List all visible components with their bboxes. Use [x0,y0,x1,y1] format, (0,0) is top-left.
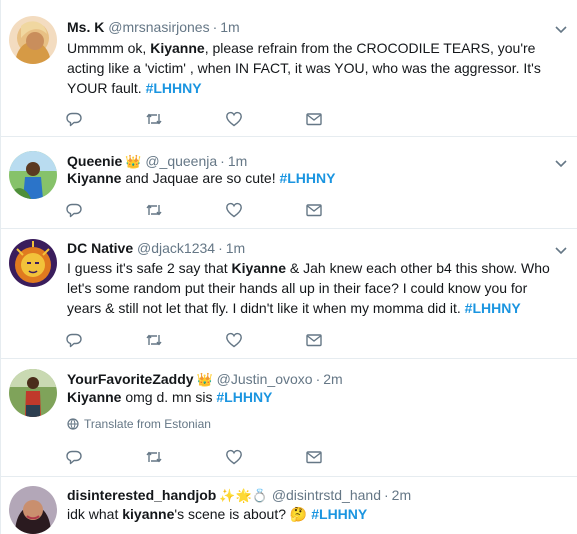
like-button[interactable] [225,330,305,350]
separator: · [383,487,389,503]
tweet-text: Kiyanne omg d. mn sis #LHHNY [67,387,564,407]
tweet-actions [65,330,385,350]
timestamp[interactable]: 2m [323,371,342,387]
username[interactable]: @mrsnasirjones [108,19,209,35]
tweet[interactable]: YourFavoriteZaddy 👑 @Justin_ovoxo · 2m Kiya… [1,359,577,477]
reply-icon [66,450,82,465]
translate-label: Translate from Estonian [84,417,211,431]
avatar[interactable] [9,486,57,534]
envelope-icon [306,451,322,464]
display-name[interactable]: Queenie [67,153,122,169]
reply-icon [66,112,82,127]
avatar[interactable] [9,239,57,287]
search-highlight: Kiyanne [231,260,287,276]
tweet[interactable]: Ms. K @mrsnasirjones · 1m Ummmm ok, Kiyann… [1,0,577,137]
direct-message-button[interactable] [305,447,385,467]
avatar[interactable] [9,16,57,64]
display-name[interactable]: disinterested_handjob [67,487,216,503]
direct-message-button[interactable] [305,109,385,129]
reply-button[interactable] [65,109,145,129]
hashtag-link[interactable]: #LHHNY [216,389,272,405]
search-highlight: Kiyanne [150,40,205,56]
translate-link[interactable]: Translate from Estonian [67,417,211,431]
text-segment: idk what [67,506,123,522]
reply-icon [66,333,82,348]
separator: · [212,19,218,35]
heart-icon [226,111,242,127]
hashtag-link[interactable]: #LHHNY [279,170,335,186]
envelope-icon [306,334,322,347]
tweet[interactable]: disinterested_handjob ✨🌟💍 @disintrstd_han… [1,477,577,534]
sparkle-star-ring-emoji: ✨🌟💍 [219,488,268,503]
tweet-text: Kiyanne and Jaquae are so cute! #LHHNY [67,168,564,188]
timestamp[interactable]: 1m [226,240,245,256]
text-segment: 's scene is about? 🤔 [174,506,312,522]
display-name[interactable]: Ms. K [67,19,104,35]
globe-icon [67,418,79,430]
like-button[interactable] [225,447,305,467]
username[interactable]: @_queenja [145,153,217,169]
search-highlight: kiyanne [122,506,175,522]
like-button[interactable] [225,200,305,220]
tweet-actions [65,109,385,129]
reply-button[interactable] [65,200,145,220]
timestamp[interactable]: 1m [220,19,239,35]
reply-button[interactable] [65,447,145,467]
hashtag-link[interactable]: #LHHNY [465,300,521,316]
tweet-text: Ummmm ok, Kiyanne, please refrain from t… [67,38,564,98]
separator: · [218,240,223,256]
retweet-icon [146,451,162,463]
direct-message-button[interactable] [305,200,385,220]
search-highlight: Kiyanne [67,389,122,405]
username[interactable]: @djack1234 [137,240,215,256]
chevron-down-icon[interactable] [554,243,568,257]
envelope-icon [306,204,322,217]
heart-icon [226,449,242,465]
display-name[interactable]: YourFavoriteZaddy [67,371,194,387]
text-segment: omg d. mn sis [121,389,217,405]
retweet-button[interactable] [145,200,225,220]
direct-message-button[interactable] [305,330,385,350]
text-segment: and Jaquae are so cute! [121,170,280,186]
timestamp[interactable]: 1m [228,153,247,169]
retweet-icon [146,204,162,216]
reply-button[interactable] [65,330,145,350]
display-name[interactable]: DC Native [67,240,133,256]
tweet-text: I guess it's safe 2 say that Kiyanne & J… [67,258,564,318]
avatar[interactable] [9,151,57,199]
tweet-actions [65,200,385,220]
reply-icon [66,203,82,218]
search-highlight: Kiyanne [67,170,122,186]
retweet-button[interactable] [145,447,225,467]
separator: · [220,153,225,169]
separator: · [315,371,321,387]
retweet-icon [146,113,162,125]
tweet-actions [65,447,385,467]
username[interactable]: @disintrstd_hand [272,487,381,503]
heart-icon [226,202,242,218]
avatar[interactable] [9,369,57,417]
tweet-feed: Ms. K @mrsnasirjones · 1m Ummmm ok, Kiyann… [0,0,577,534]
envelope-icon [306,113,322,126]
timestamp[interactable]: 2m [392,487,411,503]
retweet-button[interactable] [145,330,225,350]
heart-icon [226,332,242,348]
tweet-text: idk what kiyanne's scene is about? 🤔 #LH… [67,504,564,524]
text-segment: Ummmm ok, [67,40,151,56]
tweet[interactable]: DC Native @djack1234 · 1m I guess it's saf… [1,229,577,359]
tweet[interactable]: Queenie 👑 @_queenja · 1m Kiyanne and Jaquae… [1,137,577,229]
retweet-button[interactable] [145,109,225,129]
chevron-down-icon[interactable] [554,22,568,36]
text-segment: I guess it's safe 2 say that [67,260,232,276]
hashtag-link[interactable]: #LHHNY [146,80,202,96]
retweet-icon [146,334,162,346]
like-button[interactable] [225,109,305,129]
username[interactable]: @Justin_ovoxo [217,371,313,387]
hashtag-link[interactable]: #LHHNY [311,506,367,522]
